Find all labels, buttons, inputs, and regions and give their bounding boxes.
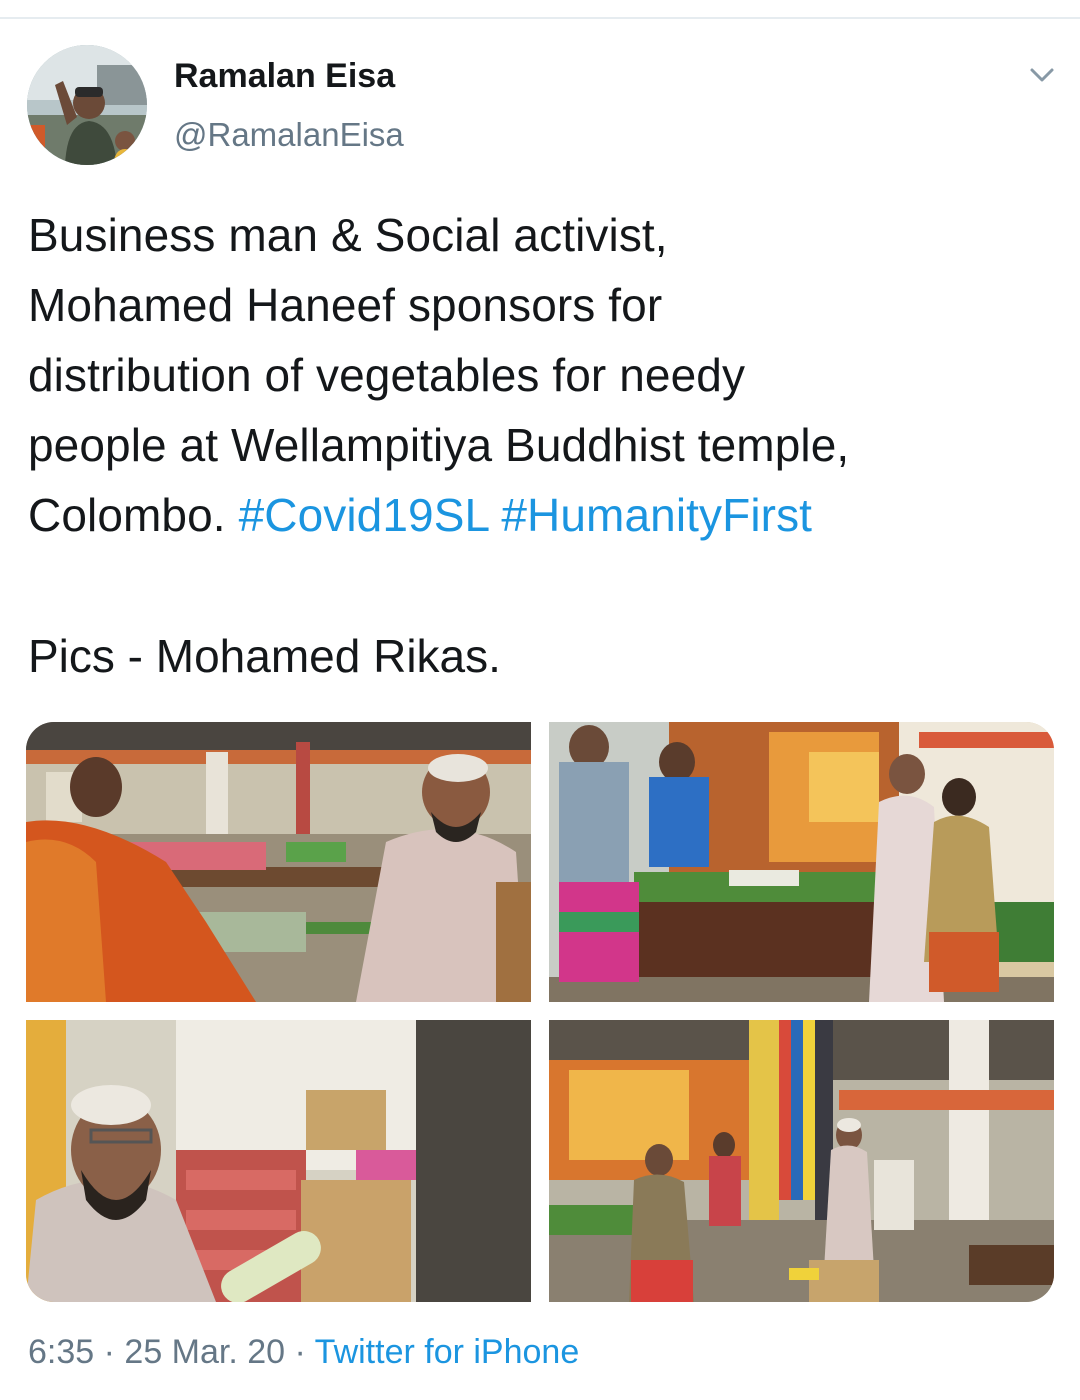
photo-monk-and-sponsor[interactable] [26,722,531,1002]
tweet-source-link[interactable]: Twitter for iPhone [315,1333,580,1371]
tweet-text-segment [488,489,501,541]
display-name[interactable]: Ramalan Eisa [174,57,395,96]
avatar[interactable] [27,45,147,165]
hashtag-link[interactable]: #Covid19SL [239,489,489,541]
tweet-text-line: Colombo. #Covid19SL #HumanityFirst [28,480,1058,550]
meta-separator: · [94,1333,125,1371]
top-divider [0,17,1080,19]
tweet-text-line: distribution of vegetables for needy [28,340,1058,410]
tweet-text-segment: people at Wellampitiya Buddhist temple, [28,419,850,471]
tweet-text-line: Business man & Social activist, [28,200,1058,270]
tweet-time[interactable]: 6:35 [28,1333,94,1371]
hashtag-link[interactable]: #HumanityFirst [501,489,812,541]
tweet-text-line: Mohamed Haneef sponsors for [28,270,1058,340]
tweet-text-segment: distribution of vegetables for needy [28,349,746,401]
tweet-date[interactable]: 25 Mar. 20 [124,1333,285,1371]
photo-sponsor-storeroom[interactable] [26,1020,531,1302]
meta-separator: · [285,1333,315,1371]
media-grid [26,722,1054,1302]
user-handle[interactable]: @RamalanEisa [174,116,404,154]
tweet-text: Business man & Social activist, Mohamed H… [28,200,1058,550]
tweet-meta: 6:35 · 25 Mar. 20 · Twitter for iPhone [28,1333,579,1372]
chevron-down-icon[interactable] [1026,63,1058,87]
photo-credit: Pics - Mohamed Rikas. [28,630,501,682]
tweet-text-segment: Colombo. [28,489,239,541]
tweet-text-segment: Business man & Social activist, [28,209,668,261]
tweet-text-line: people at Wellampitiya Buddhist temple, [28,410,1058,480]
photo-temple-hall[interactable] [549,1020,1054,1302]
avatar-photo [27,45,147,165]
tweet-text-segment: Mohamed Haneef sponsors for [28,279,663,331]
photo-vegetable-stall[interactable] [549,722,1054,1002]
